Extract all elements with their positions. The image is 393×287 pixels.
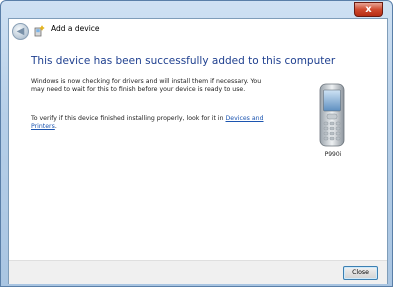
- wizard-nav-bar: ◀ Add a device: [9, 19, 387, 43]
- wizard-footer: Close: [9, 260, 387, 284]
- dialog-window: x ◀ Add a device This device has been su…: [0, 0, 393, 287]
- add-device-icon: [34, 25, 45, 37]
- verify-message-text: To verify if this device finished instal…: [31, 115, 226, 122]
- driver-check-message: Windows is now checking for drivers and …: [31, 78, 262, 93]
- close-button[interactable]: Close: [343, 266, 378, 280]
- device-name-label: P990i: [324, 151, 342, 158]
- window-close-button[interactable]: x: [354, 2, 383, 17]
- back-arrow-icon[interactable]: ◀: [12, 23, 29, 40]
- verify-message-suffix: .: [54, 123, 57, 130]
- verify-message: To verify if this device finished instal…: [31, 115, 281, 131]
- mobile-phone-icon: [319, 83, 345, 147]
- success-heading: This device has been successfully added …: [31, 55, 336, 67]
- wizard-title: Add a device: [51, 24, 100, 33]
- wizard-client-area: ◀ Add a device This device has been succ…: [8, 18, 388, 284]
